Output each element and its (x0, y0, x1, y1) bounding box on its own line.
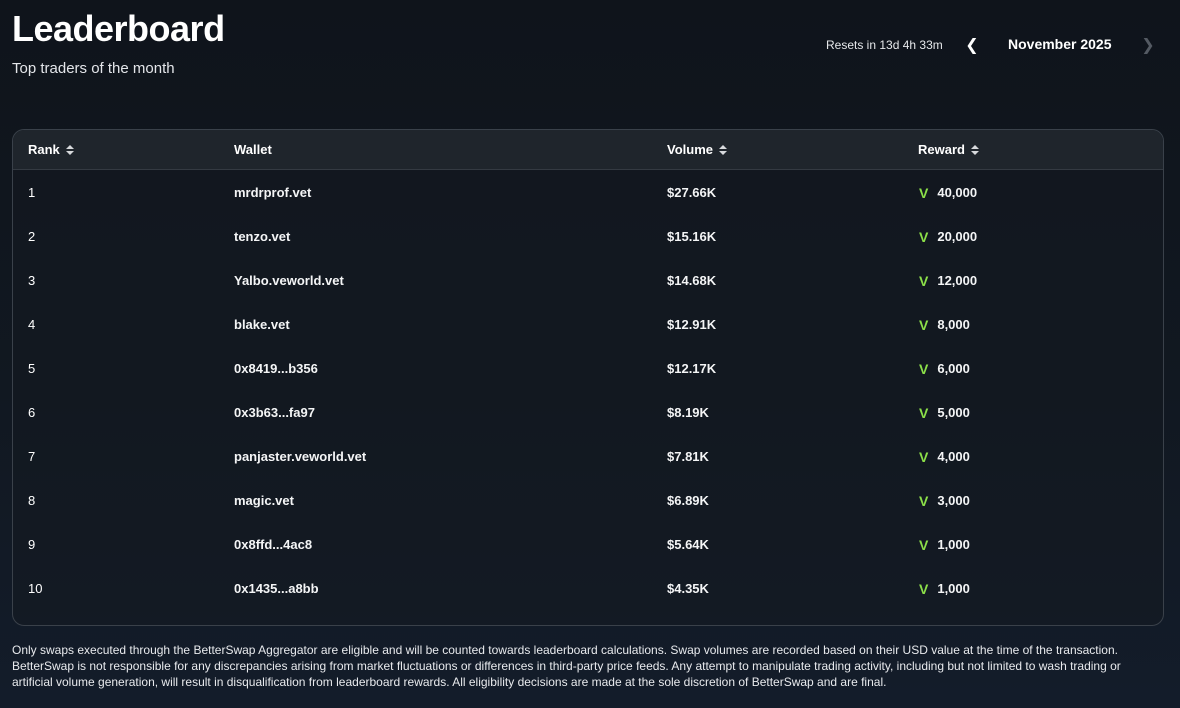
sort-icon (970, 144, 979, 155)
table-row: 4 blake.vet $12.91K V 8,000 (13, 302, 1163, 346)
vet-token-icon: V (919, 536, 929, 553)
table-header: Rank Wallet Volume Reward (13, 130, 1163, 170)
rank-cell: 1 (28, 185, 36, 200)
page-subtitle: Top traders of the month (12, 60, 175, 77)
reward-amount: 1,000 (937, 537, 970, 552)
wallet-cell: 0x3b63...fa97 (234, 405, 315, 420)
vet-token-icon: V (919, 360, 929, 377)
vet-token-icon: V (919, 448, 929, 465)
wallet-cell: 0x1435...a8bb (234, 581, 319, 596)
column-header-rank[interactable]: Rank (28, 142, 74, 157)
volume-cell: $12.17K (667, 361, 717, 376)
sort-icon (65, 144, 74, 155)
volume-cell: $27.66K (667, 185, 717, 200)
rank-cell: 6 (28, 405, 36, 420)
chevron-left-icon: ❮ (965, 37, 979, 54)
reward-cell: V 5,000 (919, 405, 970, 420)
volume-cell: $8.19K (667, 405, 709, 420)
table-row: 8 magic.vet $6.89K V 3,000 (13, 478, 1163, 522)
reward-amount: 5,000 (937, 405, 970, 420)
chevron-right-icon: ❯ (1141, 37, 1155, 54)
reward-amount: 3,000 (937, 493, 970, 508)
reward-cell: V 1,000 (919, 581, 970, 596)
wallet-cell: panjaster.veworld.vet (234, 449, 367, 464)
reward-amount: 6,000 (937, 361, 970, 376)
table-row: 3 Yalbo.veworld.vet $14.68K V 12,000 (13, 258, 1163, 302)
reward-cell: V 3,000 (919, 493, 970, 508)
reward-cell: V 20,000 (919, 229, 977, 244)
column-header-reward[interactable]: Reward (918, 142, 979, 157)
reward-amount: 8,000 (937, 317, 970, 332)
reward-amount: 12,000 (937, 273, 978, 288)
table-row: 9 0x8ffd...4ac8 $5.64K V 1,000 (13, 522, 1163, 566)
vet-token-icon: V (919, 580, 929, 597)
table-row: 7 panjaster.veworld.vet $7.81K V 4,000 (13, 434, 1163, 478)
wallet-cell: blake.vet (234, 317, 290, 332)
reward-cell: V 8,000 (919, 317, 970, 332)
wallet-cell: tenzo.vet (234, 229, 291, 244)
reward-amount: 1,000 (937, 581, 970, 596)
wallet-cell: Yalbo.veworld.vet (234, 273, 344, 288)
table-row: 6 0x3b63...fa97 $8.19K V 5,000 (13, 390, 1163, 434)
reward-amount: 20,000 (937, 229, 978, 244)
rank-cell: 8 (28, 493, 36, 508)
current-month: November 2025 (1008, 36, 1112, 52)
reward-cell: V 6,000 (919, 361, 970, 376)
table-row: 5 0x8419...b356 $12.17K V 6,000 (13, 346, 1163, 390)
reward-amount: 40,000 (937, 185, 978, 200)
table-row: 10 0x1435...a8bb $4.35K V 1,000 (13, 566, 1163, 610)
wallet-cell: mrdrprof.vet (234, 185, 312, 200)
volume-cell: $12.91K (667, 317, 717, 332)
rank-cell: 2 (28, 229, 36, 244)
volume-cell: $7.81K (667, 449, 709, 464)
volume-cell: $15.16K (667, 229, 717, 244)
table-row: 1 mrdrprof.vet $27.66K V 40,000 (13, 170, 1163, 214)
vet-token-icon: V (919, 184, 929, 201)
vet-token-icon: V (919, 316, 929, 333)
column-header-volume[interactable]: Volume (667, 142, 727, 157)
rank-cell: 10 (28, 581, 43, 596)
rank-cell: 4 (28, 317, 36, 332)
rank-cell: 3 (28, 273, 36, 288)
vet-token-icon: V (919, 272, 929, 289)
vet-token-icon: V (919, 228, 929, 245)
leaderboard-table: Rank Wallet Volume Reward 1 mrdrprof.vet $… (12, 129, 1164, 626)
eligibility-disclaimer: Only swaps executed through the BetterSw… (12, 643, 1121, 689)
next-month-button[interactable]: ❯ (1138, 34, 1158, 56)
volume-cell: $5.64K (667, 537, 709, 552)
sort-icon (719, 144, 727, 155)
reward-cell: V 40,000 (919, 185, 977, 200)
table-row: 2 tenzo.vet $15.16K V 20,000 (13, 214, 1163, 258)
wallet-cell: magic.vet (234, 493, 294, 508)
volume-cell: $4.35K (667, 581, 709, 596)
wallet-cell: 0x8419...b356 (234, 361, 318, 376)
vet-token-icon: V (919, 492, 929, 509)
column-header-wallet: Wallet (234, 142, 272, 157)
reward-cell: V 1,000 (919, 537, 970, 552)
rank-cell: 9 (28, 537, 36, 552)
reward-amount: 4,000 (937, 449, 970, 464)
volume-cell: $14.68K (667, 273, 717, 288)
previous-month-button[interactable]: ❮ (962, 34, 982, 56)
reset-countdown: Resets in 13d 4h 33m (826, 36, 943, 54)
rank-cell: 5 (28, 361, 36, 376)
reset-text: Resets in 13d 4h 33m (826, 38, 943, 52)
wallet-cell: 0x8ffd...4ac8 (234, 537, 313, 552)
rank-cell: 7 (28, 449, 36, 464)
reward-cell: V 12,000 (919, 273, 977, 288)
vet-token-icon: V (919, 404, 929, 421)
table-body: 1 mrdrprof.vet $27.66K V 40,000 2 tenzo.vet $15… (13, 170, 1163, 610)
volume-cell: $6.89K (667, 493, 709, 508)
reward-cell: V 4,000 (919, 449, 970, 464)
page-title: Leaderboard (12, 8, 225, 49)
